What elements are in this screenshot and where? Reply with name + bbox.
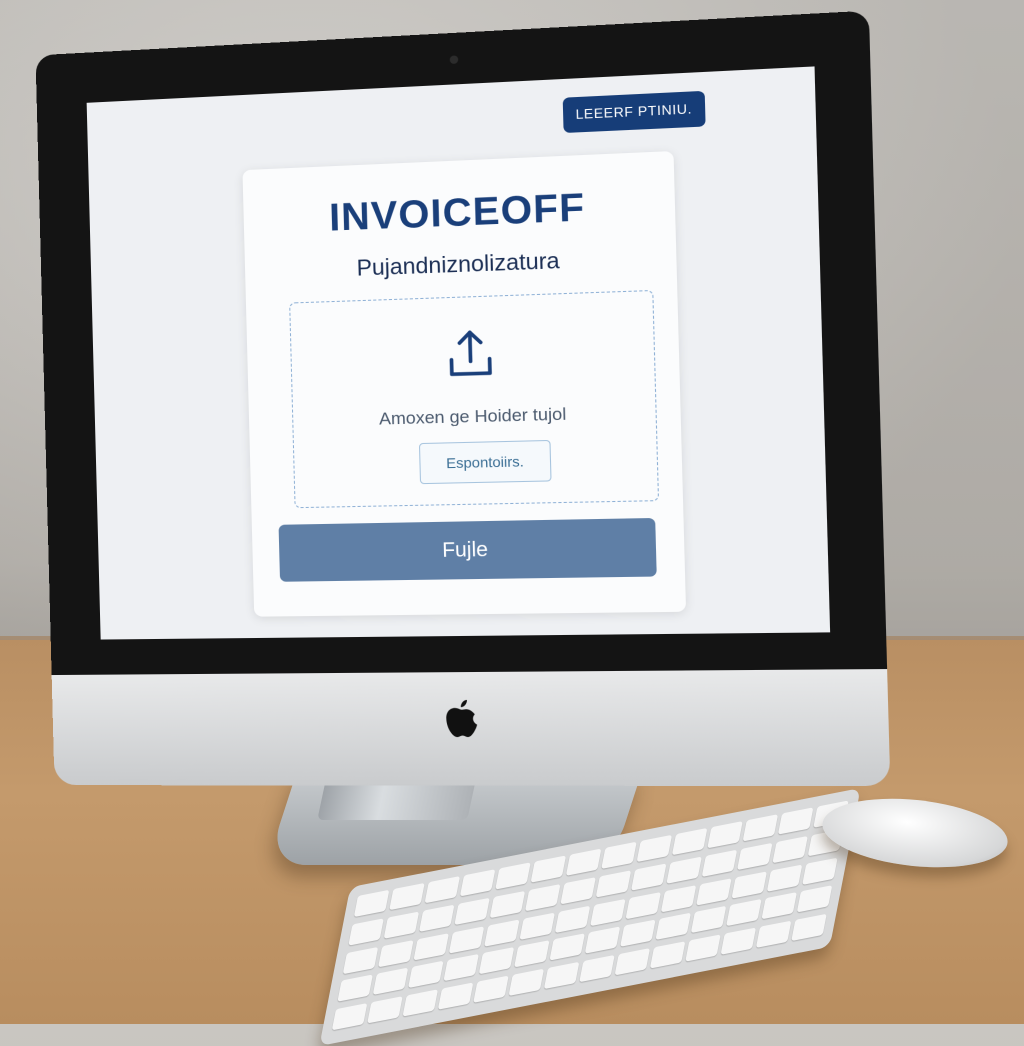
keyboard-key bbox=[797, 886, 833, 913]
keyboard-key bbox=[685, 935, 721, 962]
keyboard-key bbox=[778, 807, 814, 834]
upload-card: INVOICEOFF Pujandniznolizatura Amoxen ge… bbox=[242, 151, 686, 617]
keyboard-key bbox=[549, 934, 585, 961]
keyboard-key bbox=[337, 975, 373, 1002]
keyboard-key bbox=[473, 976, 509, 1003]
keyboard-key bbox=[438, 983, 474, 1010]
keyboard-key bbox=[691, 906, 727, 933]
keyboard-key bbox=[419, 904, 455, 931]
keyboard-key bbox=[408, 961, 444, 988]
keyboard-key bbox=[555, 905, 591, 932]
keyboard-key bbox=[721, 928, 757, 955]
keyboard-key bbox=[579, 955, 615, 982]
keyboard-key bbox=[378, 940, 414, 967]
keyboard-key bbox=[672, 828, 708, 855]
keyboard-key bbox=[601, 842, 637, 869]
browse-button[interactable]: Espontoiirs. bbox=[419, 440, 552, 484]
keyboard-key bbox=[402, 990, 438, 1017]
keyboard-key bbox=[655, 913, 691, 940]
keyboard-key bbox=[737, 843, 773, 870]
app-subtitle: Pujandniznolizatura bbox=[245, 243, 677, 286]
keyboard-key bbox=[454, 898, 490, 925]
keyboard-key bbox=[620, 920, 656, 947]
keyboard-key bbox=[732, 871, 768, 898]
upload-icon bbox=[445, 328, 495, 381]
keyboard-key bbox=[508, 969, 544, 996]
keyboard-key bbox=[460, 869, 496, 896]
keyboard-key bbox=[590, 898, 626, 925]
keyboard-key bbox=[566, 849, 602, 876]
keyboard-key bbox=[414, 933, 450, 960]
camera-icon bbox=[450, 55, 459, 64]
keyboard-key bbox=[702, 849, 738, 876]
keyboard-key bbox=[332, 1003, 368, 1030]
keyboard-key bbox=[373, 968, 409, 995]
keyboard-key bbox=[637, 835, 673, 862]
keyboard-key bbox=[596, 870, 632, 897]
keyboard-key bbox=[756, 921, 792, 948]
keyboard-key bbox=[531, 855, 567, 882]
keyboard-key bbox=[666, 856, 702, 883]
keyboard-key bbox=[389, 883, 425, 910]
keyboard-key bbox=[585, 927, 621, 954]
keyboard-key bbox=[696, 878, 732, 905]
keyboard-key bbox=[479, 947, 515, 974]
keyboard-key bbox=[726, 899, 762, 926]
keyboard-key bbox=[514, 941, 550, 968]
file-dropzone[interactable]: Amoxen ge Hoider tujol Espontoiirs. bbox=[289, 290, 659, 508]
keyboard-key bbox=[761, 892, 797, 919]
keyboard-key bbox=[449, 926, 485, 953]
top-right-button[interactable]: LEEERF PTINIU. bbox=[562, 91, 705, 133]
keyboard-key bbox=[354, 890, 390, 917]
keyboard-key bbox=[443, 954, 479, 981]
monitor: LEEERF PTINIU. INVOICEOFF Pujandniznoliz… bbox=[36, 10, 900, 786]
keyboard-key bbox=[367, 996, 403, 1023]
keyboard-key bbox=[490, 891, 526, 918]
keyboard-key bbox=[343, 947, 379, 974]
keyboard-key bbox=[525, 884, 561, 911]
app-title: INVOICEOFF bbox=[243, 182, 675, 244]
keyboard-key bbox=[661, 885, 697, 912]
keyboard-key bbox=[650, 941, 686, 968]
monitor-bezel: LEEERF PTINIU. INVOICEOFF Pujandniznoliz… bbox=[36, 11, 888, 675]
keyboard-key bbox=[348, 918, 384, 945]
keyboard-key bbox=[520, 912, 556, 939]
keyboard-key bbox=[743, 814, 779, 841]
dropzone-text: Amoxen ge Hoider tujol bbox=[293, 402, 656, 432]
monitor-chin bbox=[52, 669, 891, 786]
apple-logo-icon bbox=[442, 698, 479, 739]
keyboard-key bbox=[425, 876, 461, 903]
keyboard-key bbox=[802, 857, 838, 884]
keyboard-key bbox=[772, 836, 808, 863]
keyboard-key bbox=[615, 948, 651, 975]
keyboard-key bbox=[495, 862, 531, 889]
keyboard-key bbox=[544, 962, 580, 989]
keyboard-key bbox=[631, 863, 667, 890]
keyboard-key bbox=[767, 864, 803, 891]
submit-button[interactable]: Fujle bbox=[279, 518, 657, 582]
keyboard-key bbox=[707, 821, 743, 848]
keyboard-key bbox=[626, 892, 662, 919]
keyboard-key bbox=[384, 911, 420, 938]
keyboard-key bbox=[484, 919, 520, 946]
keyboard-key bbox=[791, 914, 827, 941]
keyboard-key bbox=[560, 877, 596, 904]
screen: LEEERF PTINIU. INVOICEOFF Pujandniznoliz… bbox=[87, 66, 830, 639]
